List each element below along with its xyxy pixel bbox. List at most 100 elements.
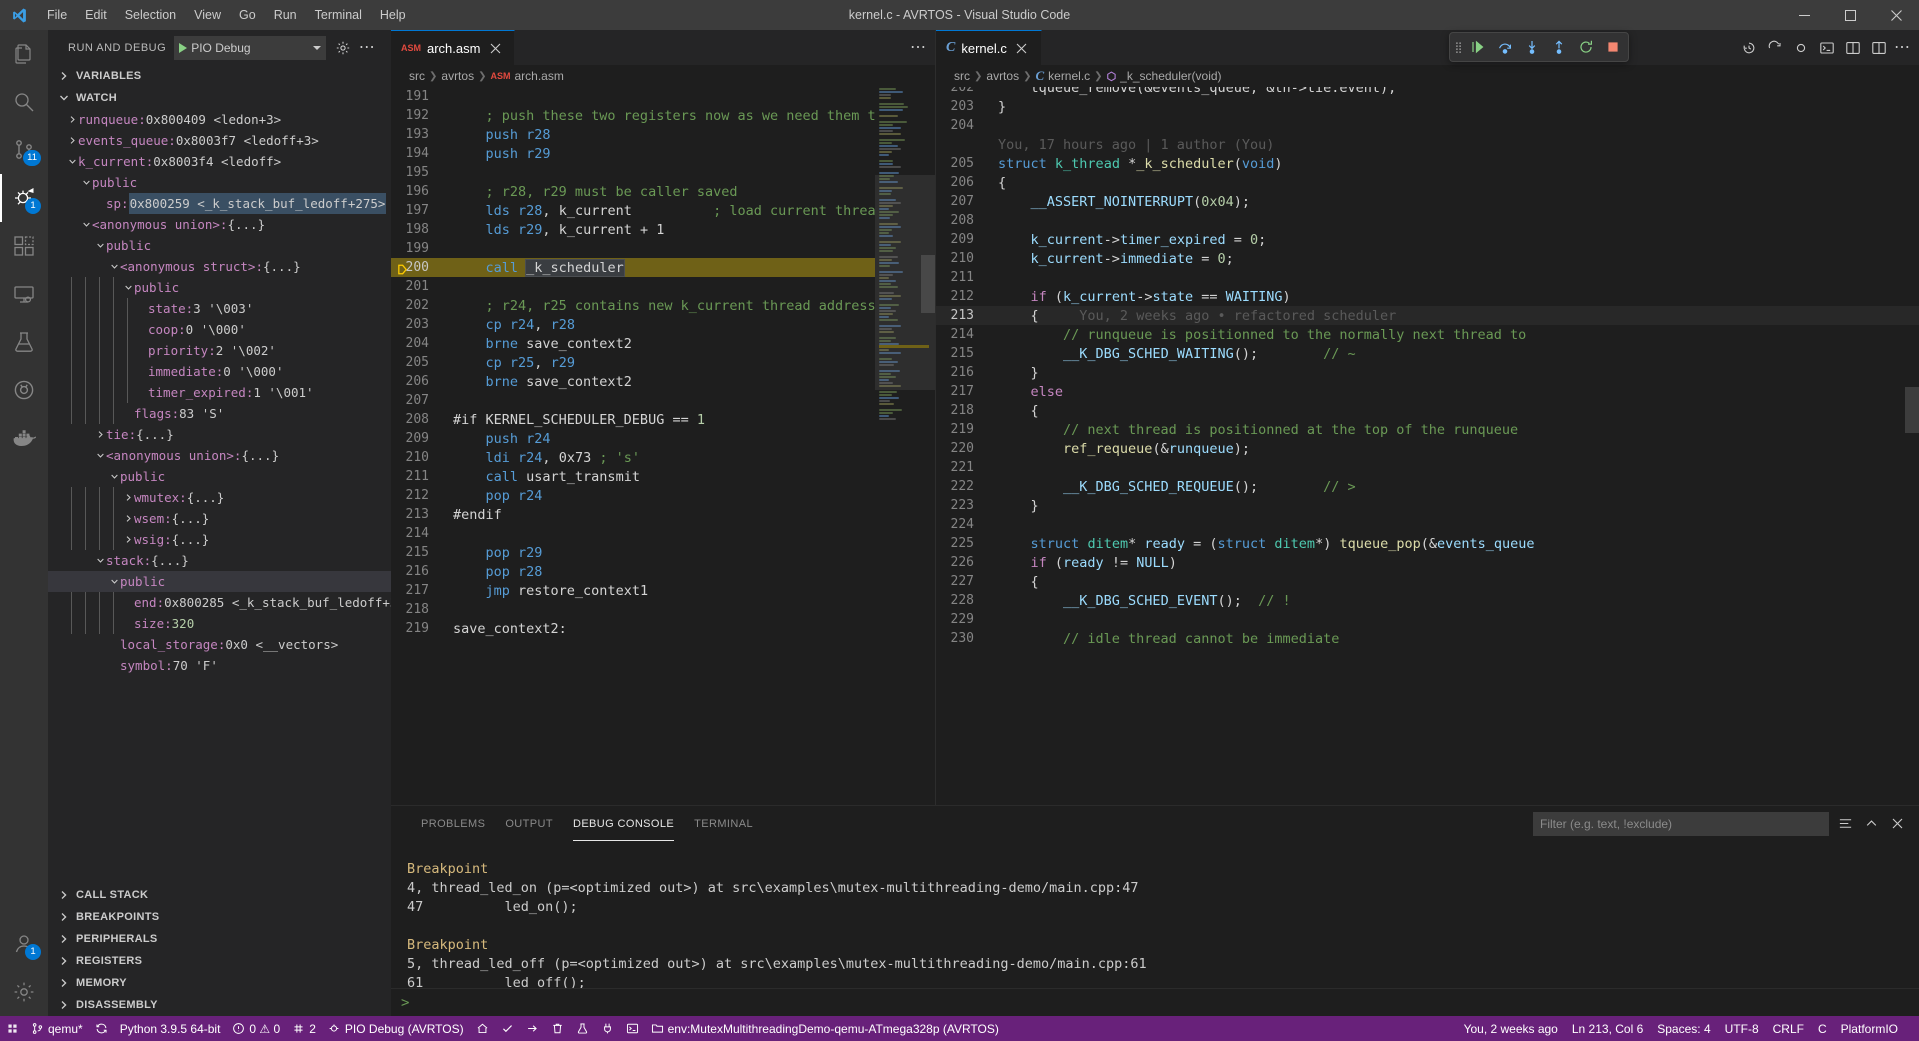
code-line[interactable]: 205 struct k_thread *_k_scheduler(void) bbox=[936, 154, 1919, 173]
section-disassembly[interactable]: DISASSEMBLY bbox=[48, 994, 391, 1016]
activitybar-item-remote-explorer[interactable] bbox=[0, 270, 48, 318]
watch-row[interactable]: stack: {...} bbox=[48, 550, 391, 571]
code-line[interactable]: 211 bbox=[936, 268, 1919, 287]
chevron-down-icon[interactable] bbox=[66, 157, 78, 166]
close-icon[interactable] bbox=[486, 39, 504, 57]
code-line[interactable]: 211 call usart_transmit bbox=[391, 467, 875, 486]
debug-continue-button[interactable] bbox=[1465, 34, 1491, 60]
code-line[interactable]: 226 if (ready != NULL) bbox=[936, 553, 1919, 572]
code-line[interactable]: 217 jmp restore_context1 bbox=[391, 581, 875, 600]
close-icon[interactable] bbox=[1013, 39, 1031, 57]
section-peripherals[interactable]: PERIPHERALS bbox=[48, 928, 391, 950]
status-problems[interactable]: 0 ⚠ 0 bbox=[226, 1016, 286, 1041]
chevron-down-icon[interactable] bbox=[80, 220, 92, 229]
code-line[interactable]: 228 __K_DBG_SCHED_EVENT(); // ! bbox=[936, 591, 1919, 610]
code-line[interactable]: 216 pop r28 bbox=[391, 562, 875, 581]
code-line[interactable]: 203} bbox=[936, 97, 1919, 116]
watch-row[interactable]: timer_expired: 1 '\001' bbox=[48, 382, 391, 403]
code-line[interactable]: 203 cp r24, r28 bbox=[391, 315, 875, 334]
debug-step-into-button[interactable] bbox=[1519, 34, 1545, 60]
watch-row[interactable]: wsem: {...} bbox=[48, 508, 391, 529]
code-line[interactable]: 206 brne save_context2 bbox=[391, 372, 875, 391]
watch-row[interactable]: priority: 2 '\002' bbox=[48, 340, 391, 361]
code-line[interactable]: 201 bbox=[391, 277, 875, 296]
asm-code-lines[interactable]: 191 192 ; push these two registers now as… bbox=[391, 87, 875, 805]
chevron-down-icon[interactable] bbox=[94, 451, 106, 460]
code-line[interactable]: 213 #endif bbox=[391, 505, 875, 524]
status-pio-upload[interactable] bbox=[520, 1016, 545, 1041]
code-line[interactable]: 223 } bbox=[936, 496, 1919, 515]
watch-row[interactable]: public bbox=[48, 235, 391, 256]
grip-icon[interactable]: ⣿ bbox=[1452, 41, 1464, 54]
watch-row[interactable]: flags: 83 'S' bbox=[48, 403, 391, 424]
breadcrumb-asm[interactable]: src ❯ avrtos ❯ ASM arch.asm bbox=[391, 65, 935, 87]
code-line[interactable]: 217 else bbox=[936, 382, 1919, 401]
menu-file[interactable]: File bbox=[38, 0, 76, 30]
panel-tab-debug-console[interactable]: DEBUG CONSOLE bbox=[563, 806, 684, 841]
reverse-continue-button[interactable] bbox=[1764, 37, 1786, 59]
menu-selection[interactable]: Selection bbox=[116, 0, 185, 30]
chevron-right-icon[interactable] bbox=[122, 514, 134, 523]
chevron-right-icon[interactable] bbox=[94, 430, 106, 439]
breadcrumb-src[interactable]: src bbox=[409, 69, 425, 83]
code-line[interactable]: 210 k_current->immediate = 0; bbox=[936, 249, 1919, 268]
activitybar-item-source-control[interactable]: 11 bbox=[0, 126, 48, 174]
code-line[interactable]: 196 ; r28, r29 must be caller saved bbox=[391, 182, 875, 201]
watch-row[interactable]: runqueue: 0x800409 <ledon+3> bbox=[48, 109, 391, 130]
code-line[interactable]: 215 __K_DBG_SCHED_WAITING(); // ~ bbox=[936, 344, 1919, 363]
watch-row[interactable]: events_queue: 0x8003f7 <ledoff+3> bbox=[48, 130, 391, 151]
watch-row[interactable]: public bbox=[48, 277, 391, 298]
code-line[interactable]: 215 pop r29 bbox=[391, 543, 875, 562]
code-line[interactable]: 202 tqueue_remove(&events_queue, &th->ti… bbox=[936, 87, 1919, 97]
section-breakpoints[interactable]: BREAKPOINTS bbox=[48, 906, 391, 928]
debug-step-out-button[interactable] bbox=[1546, 34, 1572, 60]
code-line[interactable]: 219 save_context2: bbox=[391, 619, 875, 638]
menu-go[interactable]: Go bbox=[230, 0, 265, 30]
watch-row[interactable]: immediate: 0 '\000' bbox=[48, 361, 391, 382]
activitybar-item-docker[interactable] bbox=[0, 414, 48, 462]
chevron-right-icon[interactable] bbox=[66, 136, 78, 145]
status-pio-build[interactable] bbox=[495, 1016, 520, 1041]
maximize-panel-button[interactable] bbox=[1861, 814, 1881, 834]
breadcrumb-avrtos[interactable]: avrtos bbox=[986, 69, 1019, 83]
activitybar-item-accounts[interactable]: 1 bbox=[0, 920, 48, 968]
code-line[interactable]: 207 __ASSERT_NOINTERRUPT(0x04); bbox=[936, 192, 1919, 211]
code-line[interactable]: 193 push r28 bbox=[391, 125, 875, 144]
code-line[interactable]: 212 if (k_current->state == WAITING) bbox=[936, 287, 1919, 306]
status-pio-clean[interactable] bbox=[545, 1016, 570, 1041]
tab-kernel-c[interactable]: C kernel.c bbox=[936, 30, 1042, 65]
watch-row[interactable]: public bbox=[48, 466, 391, 487]
code-line[interactable]: 224 bbox=[936, 515, 1919, 534]
run-to-cursor-button[interactable] bbox=[1790, 37, 1812, 59]
status-encoding[interactable]: UTF-8 bbox=[1718, 1016, 1766, 1041]
chevron-right-icon[interactable] bbox=[122, 493, 134, 502]
status-pio-env[interactable]: env:MutexMultithreadingDemo-qemu-ATmega3… bbox=[645, 1016, 1005, 1041]
code-line[interactable]: 218 bbox=[391, 600, 875, 619]
status-branch[interactable]: qemu* bbox=[25, 1016, 89, 1041]
sidebar-more-actions-button[interactable]: ⋯ bbox=[356, 37, 378, 59]
status-pio-serial-monitor[interactable] bbox=[595, 1016, 620, 1041]
debug-console-input[interactable]: > bbox=[391, 988, 1919, 1016]
code-line[interactable]: 227 { bbox=[936, 572, 1919, 591]
watch-row[interactable]: public bbox=[48, 571, 391, 592]
code-line[interactable]: 212 pop r24 bbox=[391, 486, 875, 505]
tab-arch-asm[interactable]: ASM arch.asm bbox=[391, 30, 516, 65]
code-line[interactable]: 222 __K_DBG_SCHED_REQUEUE(); // > bbox=[936, 477, 1919, 496]
breadcrumb-avrtos[interactable]: avrtos bbox=[441, 69, 474, 83]
code-line[interactable]: 206 { bbox=[936, 173, 1919, 192]
c-code-lines[interactable]: 202 tqueue_remove(&events_queue, &th->ti… bbox=[936, 87, 1919, 805]
code-line[interactable]: 208 #if KERNEL_SCHEDULER_DEBUG == 1 bbox=[391, 410, 875, 429]
debug-config-dropdown[interactable]: PIO Debug bbox=[174, 35, 327, 60]
timeline-button[interactable] bbox=[1738, 37, 1760, 59]
watch-row[interactable]: symbol: 70 'F' bbox=[48, 655, 391, 676]
chevron-down-icon[interactable] bbox=[94, 556, 106, 565]
code-line[interactable]: 192 ; push these two registers now as we… bbox=[391, 106, 875, 125]
console-filter-input[interactable]: Filter (e.g. text, !exclude) bbox=[1533, 811, 1829, 836]
code-line[interactable]: 209 push r24 bbox=[391, 429, 875, 448]
watch-row[interactable]: wmutex: {...} bbox=[48, 487, 391, 508]
chevron-down-icon[interactable] bbox=[94, 241, 106, 250]
code-line[interactable]: 195 bbox=[391, 163, 875, 182]
status-cursor-position[interactable]: Ln 213, Col 6 bbox=[1565, 1016, 1650, 1041]
ellipsis-icon[interactable]: ⋯ bbox=[910, 39, 927, 56]
watch-row[interactable]: coop: 0 '\000' bbox=[48, 319, 391, 340]
